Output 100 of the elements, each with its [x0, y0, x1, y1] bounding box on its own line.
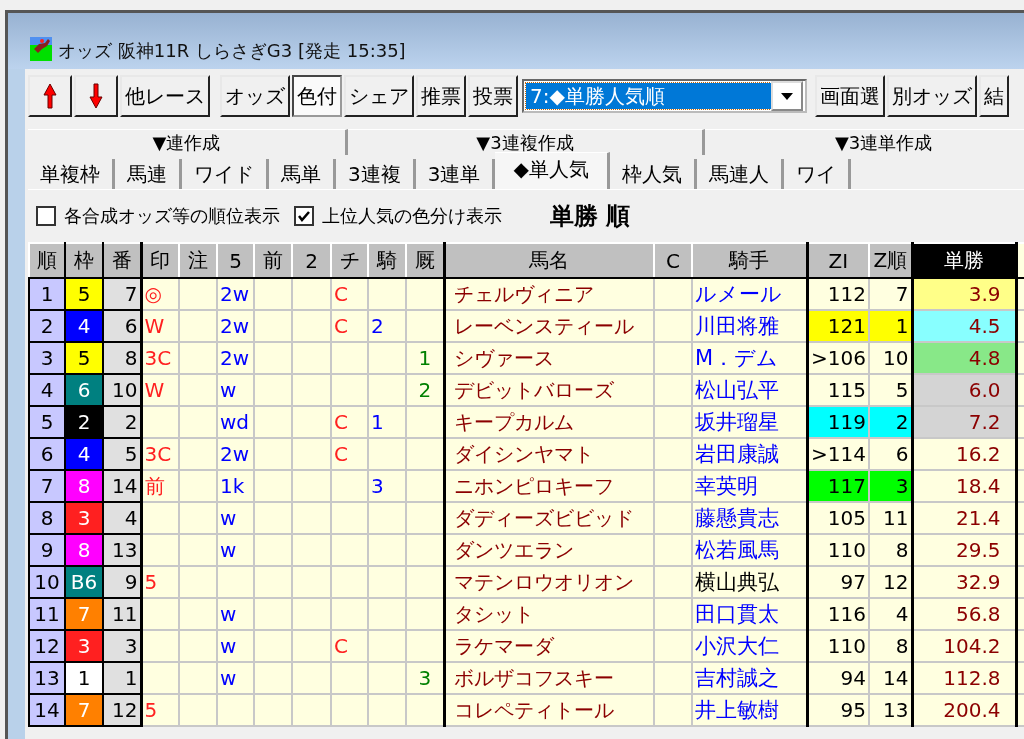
toolbar-button[interactable]: 推票 — [416, 75, 466, 117]
table-cell: 95 — [807, 694, 869, 726]
table-cell: 7.2 — [912, 406, 1016, 438]
table-cell: 1 — [29, 278, 65, 310]
column-header[interactable]: 2 — [292, 243, 331, 278]
table-cell: 藤懸貴志 — [692, 502, 807, 534]
table-cell: 16.2 — [912, 438, 1016, 470]
table-cell: 4 — [29, 374, 65, 406]
tab-group-header[interactable]: ▼3連単作成 — [705, 129, 1024, 155]
checkbox[interactable] — [36, 206, 56, 226]
table-cell: 6 — [29, 438, 65, 470]
table-cell: 松若風馬 — [692, 534, 807, 566]
table-cell: 21.4 — [912, 502, 1016, 534]
table-cell: 121 — [807, 310, 869, 342]
column-header[interactable]: 単勝 — [912, 243, 1016, 278]
table-cell: 11 — [29, 598, 65, 630]
column-header[interactable]: ZI — [807, 243, 869, 278]
column-header[interactable]: 5 — [217, 243, 254, 278]
column-header[interactable]: 馬名 — [444, 243, 654, 278]
table-cell — [141, 406, 179, 438]
table-cell: 4.5 — [912, 310, 1016, 342]
table-cell: キープカルム — [444, 406, 654, 438]
table-cell: ラケマーダ — [444, 630, 654, 662]
column-header[interactable]: 厩 — [406, 243, 444, 278]
toolbar-button[interactable]: 色付 — [292, 75, 342, 117]
table-cell — [141, 630, 179, 662]
table-cell: 56.8 — [912, 598, 1016, 630]
column-header[interactable]: 前 — [254, 243, 292, 278]
column-header[interactable]: 騎手 — [692, 243, 807, 278]
toolbar-button[interactable]: シェア — [344, 75, 414, 117]
table-cell: 6.0 — [912, 374, 1016, 406]
table-cell: 200.4 — [912, 694, 1016, 726]
table-cell: ダンツエラン — [444, 534, 654, 566]
toolbar-button[interactable]: 画面選 — [815, 75, 885, 117]
table-cell: 吉村誠之 — [692, 662, 807, 694]
table-cell: 115 — [807, 374, 869, 406]
table-cell: 5 — [141, 566, 179, 598]
table-cell: シヴァース — [444, 342, 654, 374]
table-cell: 32.9 — [912, 566, 1016, 598]
column-header[interactable]: C — [654, 243, 692, 278]
column-header[interactable]: 枠 — [65, 243, 103, 278]
dropdown-caret-icon — [781, 92, 793, 100]
column-header[interactable]: 騎 — [368, 243, 406, 278]
table-cell: 4.8 — [912, 342, 1016, 374]
column-header[interactable]: 注 — [179, 243, 217, 278]
table-cell: 3C — [141, 342, 179, 374]
checkbox-label: 各合成オッズ等の順位表示 — [64, 204, 280, 228]
tab[interactable]: ◆単人気 — [495, 152, 610, 189]
column-header[interactable]: Z順 — [869, 243, 912, 278]
table-cell: W — [141, 310, 179, 342]
table-cell: ボルザコフスキー — [444, 662, 654, 694]
down-button[interactable] — [74, 75, 118, 117]
table-cell: 松山弘平 — [692, 374, 807, 406]
table-cell: 97 — [807, 566, 869, 598]
column-header[interactable]: 番 — [103, 243, 141, 278]
table-cell: 田口貫太 — [692, 598, 807, 630]
check-icon — [298, 210, 310, 222]
table-heading: 単勝 順 — [550, 201, 631, 232]
table-cell — [141, 598, 179, 630]
table-cell: 110 — [807, 534, 869, 566]
table-cell: タシット — [444, 598, 654, 630]
table-cell: 5 — [29, 406, 65, 438]
table-cell: 幸英明 — [692, 470, 807, 502]
table-cell: 18.4 — [912, 470, 1016, 502]
table-cell — [141, 662, 179, 694]
table-cell: デビットバローズ — [444, 374, 654, 406]
down-arrow-icon — [89, 83, 103, 109]
table-cell: 10 — [29, 566, 65, 598]
table-cell — [141, 534, 179, 566]
table-cell: 2 — [29, 310, 65, 342]
table-cell: 119 — [807, 406, 869, 438]
toolbar-button[interactable]: 投票 — [468, 75, 518, 117]
table-cell: 3.9 — [912, 278, 1016, 310]
table-cell: 13 — [29, 662, 65, 694]
view-dropdown[interactable]: 7:◆単勝人気順 — [522, 79, 807, 113]
table-cell: 7 — [29, 470, 65, 502]
column-header[interactable]: 順 — [29, 243, 65, 278]
table-cell: ダディーズビビッド — [444, 502, 654, 534]
table-cell: 112.8 — [912, 662, 1016, 694]
table-cell: 井上敏樹 — [692, 694, 807, 726]
table-cell: 小沢大仁 — [692, 630, 807, 662]
up-button[interactable] — [28, 75, 72, 117]
horse-racing-icon — [30, 37, 52, 61]
table-cell: マテンロウオリオン — [444, 566, 654, 598]
table-cell: ニホンピロキーフ — [444, 470, 654, 502]
table-cell: M．デム — [692, 342, 807, 374]
toolbar-button[interactable]: 別オッズ — [887, 75, 977, 117]
column-header[interactable]: 印 — [141, 243, 179, 278]
table-cell: 3 — [29, 342, 65, 374]
tab-group-header[interactable]: ▼連作成 — [28, 129, 348, 155]
table-cell: 3C — [141, 438, 179, 470]
checkbox[interactable] — [294, 206, 314, 226]
table-cell: 94 — [807, 662, 869, 694]
toolbar-button[interactable]: 他レース — [120, 75, 210, 117]
table-cell: >106 — [807, 342, 869, 374]
toolbar-button[interactable]: 結 — [979, 75, 1009, 117]
table-cell: 9 — [29, 534, 65, 566]
table-cell: 12 — [29, 630, 65, 662]
toolbar-button[interactable]: オッズ — [220, 75, 290, 117]
column-header[interactable]: チ — [331, 243, 368, 278]
